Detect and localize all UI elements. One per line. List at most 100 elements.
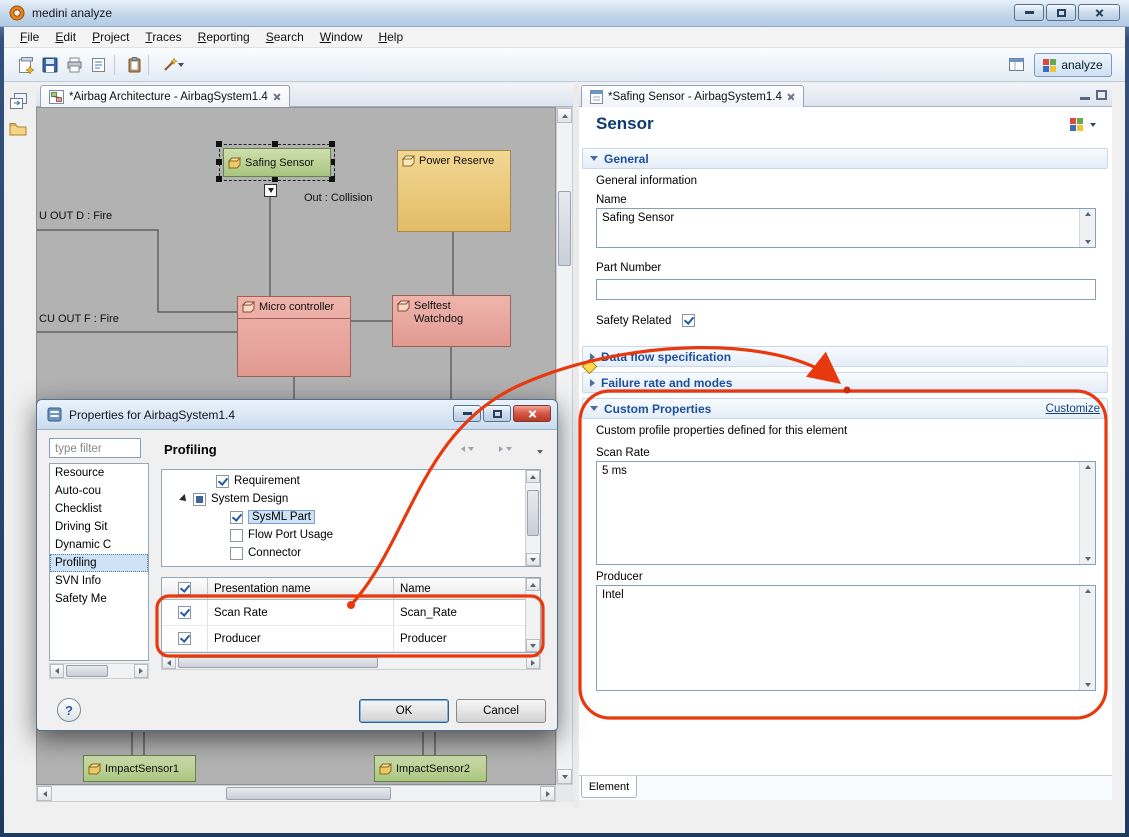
scroll-down-button[interactable] xyxy=(526,553,540,566)
canvas-hscrollbar[interactable] xyxy=(36,785,556,802)
preference-page-list[interactable]: Resource Auto-cou Checklist Driving Sit … xyxy=(49,463,149,661)
report-button[interactable] xyxy=(86,53,110,77)
tab-close-icon[interactable] xyxy=(273,93,281,101)
scroll-down-button[interactable] xyxy=(557,769,572,784)
row-producer-checkbox-cell[interactable] xyxy=(162,626,208,652)
hscroll-thumb[interactable] xyxy=(226,787,391,800)
safety-related-checkbox[interactable] xyxy=(682,314,695,327)
resize-handle[interactable] xyxy=(216,176,222,182)
save-button[interactable] xyxy=(38,53,62,77)
menu-project[interactable]: Project xyxy=(84,28,137,46)
back-button[interactable] xyxy=(461,446,474,452)
node-impact-sensor-1[interactable]: ImpactSensor1 xyxy=(83,755,196,782)
minimize-button[interactable] xyxy=(1014,4,1044,21)
part-number-input[interactable] xyxy=(597,281,1095,300)
table-header-name[interactable]: Name xyxy=(394,578,526,600)
row-checkbox[interactable] xyxy=(178,632,191,645)
row-producer-name-cell[interactable]: Producer xyxy=(394,626,526,652)
checkbox-partial[interactable] xyxy=(193,493,206,506)
table-vscrollbar[interactable] xyxy=(525,578,540,652)
field-scrollbar[interactable] xyxy=(1079,462,1095,564)
list-hscrollbar[interactable] xyxy=(49,663,149,679)
field-scrollbar[interactable] xyxy=(1079,586,1095,690)
name-field[interactable]: Safing Sensor xyxy=(596,208,1096,248)
menu-reporting[interactable]: Reporting xyxy=(190,28,258,46)
menu-search[interactable]: Search xyxy=(258,28,312,46)
view-minimize-button[interactable] xyxy=(1080,91,1092,100)
print-button[interactable] xyxy=(62,53,86,77)
analyze-perspective-button[interactable]: analyze xyxy=(1034,53,1112,77)
dialog-titlebar[interactable]: Properties for AirbagSystem1.4 xyxy=(37,400,557,430)
scroll-up-button[interactable] xyxy=(526,578,540,591)
checkbox-unchecked[interactable] xyxy=(230,529,243,542)
scroll-left-button[interactable] xyxy=(50,664,64,678)
view-menu-grid-icon[interactable] xyxy=(1070,118,1083,131)
tree-row-connector[interactable]: Connector xyxy=(162,544,301,562)
resize-handle[interactable] xyxy=(329,141,335,147)
row-scan-rate-name-cell[interactable]: Scan_Rate xyxy=(394,600,526,626)
tab-close-icon[interactable] xyxy=(787,93,795,101)
scroll-up-button[interactable] xyxy=(526,470,540,483)
scan-rate-input[interactable]: 5 ms xyxy=(597,462,1078,564)
view-menu-icon[interactable] xyxy=(537,450,543,454)
checkbox-unchecked[interactable] xyxy=(230,547,243,560)
tree-row-flow-port-usage[interactable]: Flow Port Usage xyxy=(162,526,333,544)
table-header-presentation-name[interactable]: Presentation name xyxy=(208,578,394,600)
node-impact-sensor-2[interactable]: ImpactSensor2 xyxy=(374,755,487,782)
ok-button[interactable]: OK xyxy=(359,699,449,723)
name-input[interactable]: Safing Sensor xyxy=(597,209,1078,247)
cancel-button[interactable]: Cancel xyxy=(456,699,546,723)
resize-handle[interactable] xyxy=(272,141,278,147)
back-dropdown-icon[interactable] xyxy=(468,447,474,451)
scroll-right-button[interactable] xyxy=(134,664,148,678)
restore-view-button[interactable] xyxy=(7,90,29,112)
menu-help[interactable]: Help xyxy=(370,28,411,46)
tree-row-system-design[interactable]: System Design xyxy=(162,490,288,508)
menu-file[interactable]: File xyxy=(12,28,47,46)
dialog-close-button[interactable] xyxy=(513,405,551,422)
clipboard-button[interactable] xyxy=(122,53,146,77)
tab-element[interactable]: Element xyxy=(581,776,637,798)
list-item-dynamic[interactable]: Dynamic C xyxy=(50,536,148,554)
resize-handle[interactable] xyxy=(216,159,222,165)
section-data-flow-header[interactable]: Data flow specification xyxy=(582,346,1108,367)
menu-traces[interactable]: Traces xyxy=(137,28,189,46)
row-producer-presentation-cell[interactable]: Producer xyxy=(208,626,394,652)
list-item-profiling[interactable]: Profiling xyxy=(50,554,148,572)
field-scrollbar[interactable] xyxy=(1079,209,1095,247)
tree-row-requirement[interactable]: Requirement xyxy=(162,472,300,490)
close-button[interactable] xyxy=(1078,4,1120,21)
section-general-header[interactable]: General xyxy=(582,148,1108,169)
list-item-driving-situations[interactable]: Driving Sit xyxy=(50,518,148,536)
tree-expander-icon[interactable] xyxy=(179,494,189,504)
scroll-up-button[interactable] xyxy=(557,108,572,123)
resize-handle[interactable] xyxy=(216,141,222,147)
view-maximize-button[interactable] xyxy=(1096,90,1107,100)
list-item-auto-counter[interactable]: Auto-cou xyxy=(50,482,148,500)
customize-link[interactable]: Customize xyxy=(1046,403,1100,415)
table-hscrollbar[interactable] xyxy=(161,655,541,670)
hscroll-thumb[interactable] xyxy=(66,665,108,677)
tab-airbag-architecture[interactable]: *Airbag Architecture - AirbagSystem1.4 xyxy=(40,85,290,107)
out-port[interactable] xyxy=(264,184,277,197)
scroll-left-button[interactable] xyxy=(162,656,176,669)
wand-button[interactable] xyxy=(156,53,190,77)
hscroll-thumb[interactable] xyxy=(178,657,378,668)
row-checkbox[interactable] xyxy=(178,606,191,619)
section-failure-rate-header[interactable]: Failure rate and modes xyxy=(582,372,1108,393)
checkbox-checked[interactable] xyxy=(216,475,229,488)
select-all-checkbox[interactable] xyxy=(178,582,191,595)
table-header-checkbox-col[interactable] xyxy=(162,578,208,600)
scroll-right-button[interactable] xyxy=(526,656,540,669)
producer-field[interactable]: Intel xyxy=(596,585,1096,691)
dialog-maximize-button[interactable] xyxy=(483,405,511,422)
checkbox-checked[interactable] xyxy=(230,511,243,524)
tab-safing-sensor[interactable]: *Safing Sensor - AirbagSystem1.4 xyxy=(581,85,804,107)
row-scan-rate-presentation-cell[interactable]: Scan Rate xyxy=(208,600,394,626)
node-selftest-watchdog[interactable]: Selftest Watchdog xyxy=(392,295,511,347)
section-custom-properties-header[interactable]: Custom Properties Customize xyxy=(582,398,1108,419)
list-item-safety-measures[interactable]: Safety Me xyxy=(50,590,148,608)
node-safing-sensor[interactable]: Safing Sensor xyxy=(223,148,331,177)
filter-field[interactable] xyxy=(49,438,141,458)
help-button[interactable]: ? xyxy=(57,698,81,722)
